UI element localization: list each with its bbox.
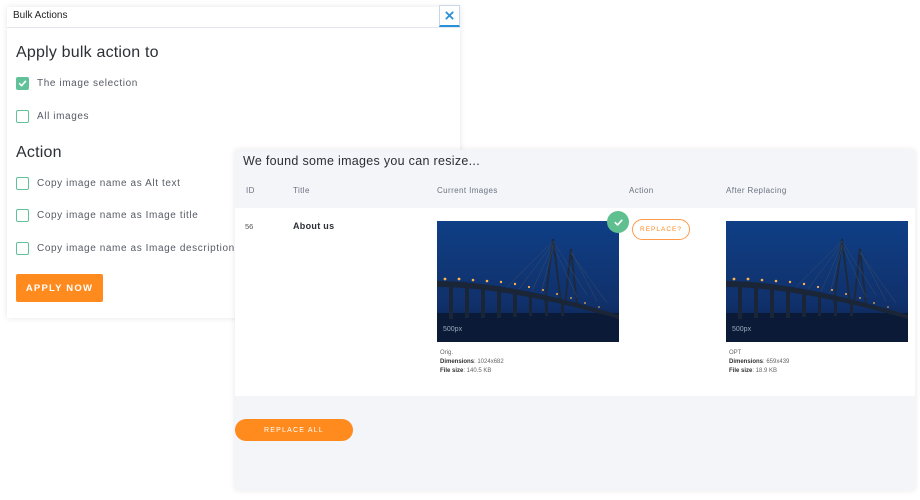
image-title-checkbox[interactable] (16, 209, 29, 222)
image-title-label: Copy image name as Image title (37, 210, 199, 221)
after-filesize: : 18.9 KB (752, 368, 778, 374)
image-description-label: Copy image name as Image description (37, 243, 235, 254)
action-heading: Action (16, 144, 62, 161)
column-header-current-images: Current Images (437, 186, 498, 195)
bridge-photo-optimized: 500px (726, 221, 908, 342)
alt-text-checkbox[interactable] (16, 177, 29, 190)
resize-title: We found some images you can resize... (243, 154, 480, 168)
table-row: 56 About us 500px Orig. Dimensions: 1024… (235, 208, 915, 396)
current-image-thumbnail: 500px (437, 221, 619, 342)
image-selection-checkbox[interactable] (16, 77, 29, 90)
column-header-action: Action (629, 186, 654, 195)
check-circle-icon (607, 211, 629, 233)
current-filesize: : 140.5 KB (463, 368, 492, 374)
option-image-title[interactable]: Copy image name as Image title (16, 209, 198, 222)
close-icon (445, 11, 454, 20)
current-caption: Orig. (440, 350, 454, 356)
current-dimensions-label: Dimensions (440, 359, 475, 365)
current-dimensions: : 1024x682 (474, 359, 504, 365)
column-header-id: ID (246, 186, 255, 195)
current-filesize-label: File size (440, 368, 464, 374)
option-alt-text[interactable]: Copy image name as Alt text (16, 177, 181, 190)
option-image-description[interactable]: Copy image name as Image description (16, 242, 235, 255)
current-image-meta: Orig. Dimensions: 1024x682 File size: 14… (440, 349, 504, 376)
after-image-meta: OPT Dimensions: 659x439 File size: 18.9 … (729, 349, 789, 376)
watermark-text: 500px (443, 326, 463, 333)
after-dimensions-label: Dimensions (729, 359, 764, 365)
all-images-checkbox[interactable] (16, 110, 29, 123)
row-id: 56 (245, 222, 254, 231)
column-header-after-replacing: After Replacing (726, 186, 787, 195)
bridge-photo: 500px (437, 221, 619, 342)
image-description-checkbox[interactable] (16, 242, 29, 255)
close-button[interactable] (439, 5, 460, 27)
replace-all-button[interactable]: REPLACE ALL (235, 419, 353, 441)
row-title: About us (293, 221, 335, 231)
apply-to-heading: Apply bulk action to (16, 44, 159, 61)
option-image-selection[interactable]: The image selection (16, 77, 138, 90)
resize-panel: We found some images you can resize... I… (235, 150, 915, 490)
alt-text-label: Copy image name as Alt text (37, 178, 181, 189)
column-header-title: Title (293, 186, 310, 195)
checkmark-icon (613, 218, 623, 226)
after-image-thumbnail: 500px (726, 221, 908, 342)
bulk-actions-titlebar: Bulk Actions (7, 5, 460, 28)
bulk-actions-title: Bulk Actions (13, 10, 68, 21)
apply-now-button[interactable]: APPLY NOW (16, 274, 103, 302)
watermark-text: 500px (732, 326, 752, 333)
replace-button[interactable]: REPLACE? (632, 219, 690, 240)
after-dimensions: : 659x439 (763, 359, 790, 365)
image-selection-label: The image selection (37, 78, 138, 89)
option-all-images[interactable]: All images (16, 110, 89, 123)
all-images-label: All images (37, 111, 90, 122)
after-caption: OPT (729, 350, 742, 356)
after-filesize-label: File size (729, 368, 753, 374)
checkmark-icon (18, 80, 27, 87)
